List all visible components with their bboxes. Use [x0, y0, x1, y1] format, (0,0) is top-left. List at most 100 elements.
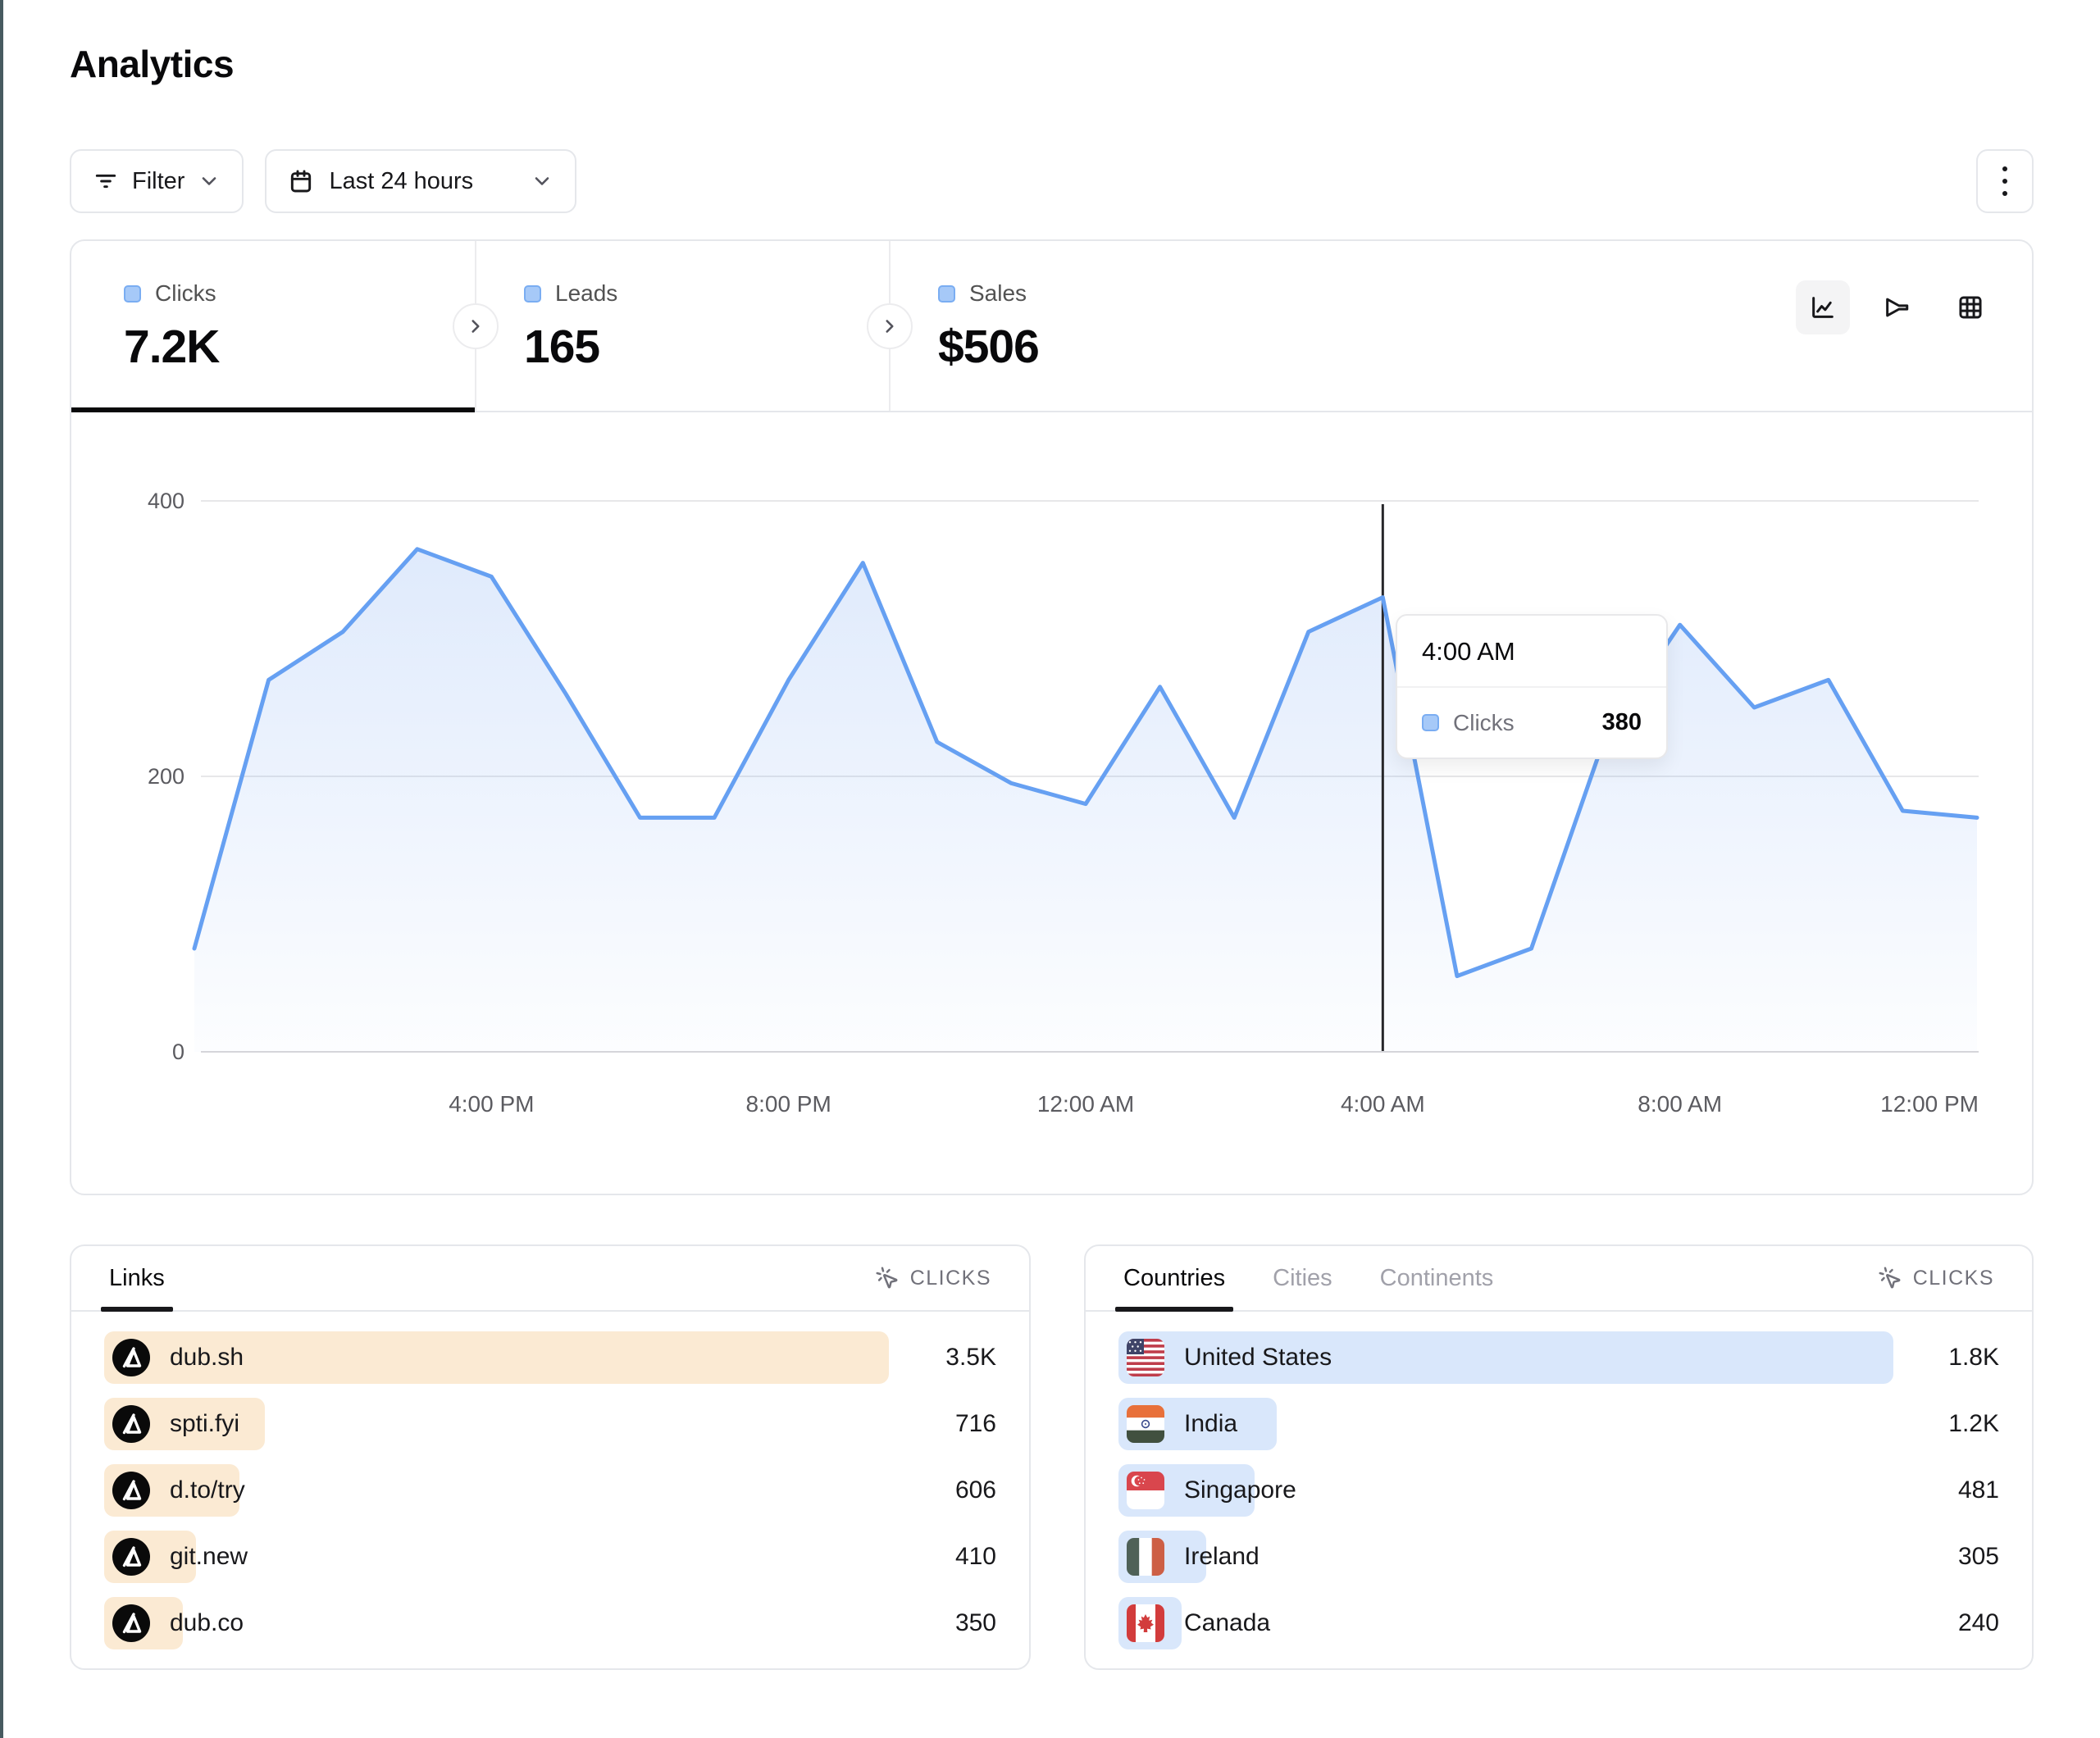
row-value: 1.8K — [1948, 1344, 1999, 1372]
sales-legend-chip — [938, 285, 955, 303]
svg-text:8:00 AM: 8:00 AM — [1638, 1091, 1722, 1117]
row-label: dub.sh — [170, 1344, 244, 1372]
row-label: dub.co — [170, 1609, 244, 1637]
countries-tabs: Countries Cities Continents — [1123, 1246, 1493, 1310]
tooltip-legend-chip — [1422, 714, 1439, 731]
list-item-dub-co[interactable]: dub.co 350 — [104, 1597, 996, 1649]
stat-label: Clicks — [155, 280, 216, 307]
breakdown-panels: Links CLICKS dub.sh 3.5K spti.fyi 716 d.to/t… — [70, 1244, 2034, 1670]
date-range-label: Last 24 hours — [329, 168, 473, 195]
tab-continents[interactable]: Continents — [1380, 1246, 1494, 1310]
canada-flag-icon — [1127, 1604, 1164, 1642]
chart-canvas: 40020004:00 PM8:00 PM12:00 AM4:00 AM8:00… — [71, 412, 2032, 1194]
list-item-git-new[interactable]: git.new 410 — [104, 1531, 996, 1583]
cursor-click-icon — [1878, 1266, 1902, 1290]
flag-ie-wrap — [1127, 1538, 1164, 1576]
countries-panel-header: Countries Cities Continents CLICKS — [1086, 1246, 2032, 1312]
filter-button[interactable]: Filter — [70, 149, 244, 213]
dub-logo-icon — [112, 1405, 150, 1443]
dub-logo-icon — [112, 1339, 150, 1376]
kebab-menu-icon — [2002, 166, 2007, 196]
list-item-spti-fyi[interactable]: spti.fyi 716 — [104, 1398, 996, 1450]
row-label: Canada — [1184, 1609, 1270, 1637]
clicks-area-chart[interactable]: 40020004:00 PM8:00 PM12:00 AM4:00 AM8:00… — [71, 412, 2032, 1194]
stat-label: Leads — [555, 280, 617, 307]
row-value: 3.5K — [945, 1344, 996, 1372]
row-value: 1.2K — [1948, 1410, 1999, 1438]
tab-cities[interactable]: Cities — [1273, 1246, 1332, 1310]
countries-list: United States 1.8K India 1.2K Singapore481 Ir… — [1086, 1312, 2032, 1649]
analytics-page: Analytics Filter Last 24 hours — [70, 41, 2034, 1670]
dub-logo-wrap — [112, 1538, 150, 1576]
dub-logo-wrap — [112, 1405, 150, 1443]
stat-tab-clicks[interactable]: Clicks 7.2K — [71, 241, 475, 411]
svg-text:8:00 PM: 8:00 PM — [746, 1091, 831, 1117]
table-view-button[interactable] — [1943, 280, 1998, 334]
list-item-d-to-try[interactable]: d.to/try 606 — [104, 1464, 996, 1517]
filter-icon — [93, 168, 119, 194]
row-label: git.new — [170, 1543, 248, 1571]
links-metric[interactable]: CLICKS — [875, 1246, 991, 1310]
cursor-click-icon — [875, 1266, 900, 1290]
links-panel: Links CLICKS dub.sh 3.5K spti.fyi 716 d.to/t… — [70, 1244, 1031, 1670]
calendar-icon — [288, 168, 314, 194]
tab-countries[interactable]: Countries — [1123, 1246, 1225, 1310]
stat-value: 165 — [524, 320, 889, 374]
svg-text:400: 400 — [148, 489, 184, 513]
countries-metric-label: CLICKS — [1913, 1267, 1994, 1290]
svg-text:200: 200 — [148, 764, 184, 789]
leads-legend-chip — [524, 285, 541, 303]
row-value: 350 — [955, 1609, 996, 1637]
row-value: 716 — [955, 1410, 996, 1438]
list-item-united-states[interactable]: United States 1.8K — [1118, 1331, 1999, 1384]
dub-logo-wrap — [112, 1604, 150, 1642]
row-label: United States — [1184, 1344, 1332, 1372]
stat-value: 7.2K — [124, 320, 475, 374]
dub-logo-icon — [112, 1604, 150, 1642]
filter-button-label: Filter — [132, 168, 184, 195]
singapore-flag-icon — [1127, 1472, 1164, 1509]
chevron-down-icon — [198, 170, 221, 193]
dub-logo-icon — [112, 1472, 150, 1509]
row-label: India — [1184, 1410, 1237, 1438]
list-item-india[interactable]: India 1.2K — [1118, 1398, 1999, 1450]
ireland-flag-icon — [1127, 1538, 1164, 1576]
links-list: dub.sh 3.5K spti.fyi 716 d.to/try 606 git.new 4… — [71, 1312, 1029, 1649]
row-value: 305 — [1958, 1543, 1999, 1571]
row-label: Ireland — [1184, 1543, 1260, 1571]
tooltip-time: 4:00 AM — [1397, 616, 1666, 686]
row-label: d.to/try — [170, 1476, 245, 1504]
stat-tab-leads[interactable]: Leads 165 — [476, 241, 889, 411]
india-flag-icon — [1127, 1405, 1164, 1443]
list-item-ireland[interactable]: Ireland 305 — [1118, 1531, 1999, 1583]
flag-sg-wrap — [1127, 1472, 1164, 1509]
flag-ca-wrap — [1127, 1604, 1164, 1642]
svg-text:4:00 PM: 4:00 PM — [449, 1091, 534, 1117]
svg-text:4:00 AM: 4:00 AM — [1341, 1091, 1425, 1117]
more-options-button[interactable] — [1976, 149, 2034, 213]
tooltip-series-label: Clicks — [1453, 710, 1515, 736]
date-range-button[interactable]: Last 24 hours — [265, 149, 576, 213]
dub-logo-wrap — [112, 1472, 150, 1509]
stats-row: Clicks 7.2K Leads 165 — [71, 241, 2032, 412]
toolbar: Filter Last 24 hours — [70, 149, 2034, 213]
row-value: 606 — [955, 1476, 996, 1504]
page-title: Analytics — [70, 41, 2034, 87]
countries-panel: Countries Cities Continents CLICKS United … — [1084, 1244, 2034, 1670]
flag-us-wrap — [1127, 1339, 1164, 1376]
row-label: Singapore — [1184, 1476, 1296, 1504]
clicks-legend-chip — [124, 285, 141, 303]
tab-links[interactable]: Links — [109, 1246, 165, 1310]
window-edge-strip — [0, 0, 3, 1738]
list-item-dub-sh[interactable]: dub.sh 3.5K — [104, 1331, 996, 1384]
line-chart-view-button[interactable] — [1796, 280, 1850, 334]
list-item-canada[interactable]: Canada240 — [1118, 1597, 1999, 1649]
countries-metric[interactable]: CLICKS — [1878, 1246, 1994, 1310]
funnel-view-button[interactable] — [1870, 280, 1924, 334]
analytics-card: Clicks 7.2K Leads 165 — [70, 239, 2034, 1195]
svg-text:12:00 AM: 12:00 AM — [1037, 1091, 1134, 1117]
row-value: 410 — [955, 1543, 996, 1571]
list-item-singapore[interactable]: Singapore481 — [1118, 1464, 1999, 1517]
row-label: spti.fyi — [170, 1410, 239, 1438]
links-panel-header: Links CLICKS — [71, 1246, 1029, 1312]
